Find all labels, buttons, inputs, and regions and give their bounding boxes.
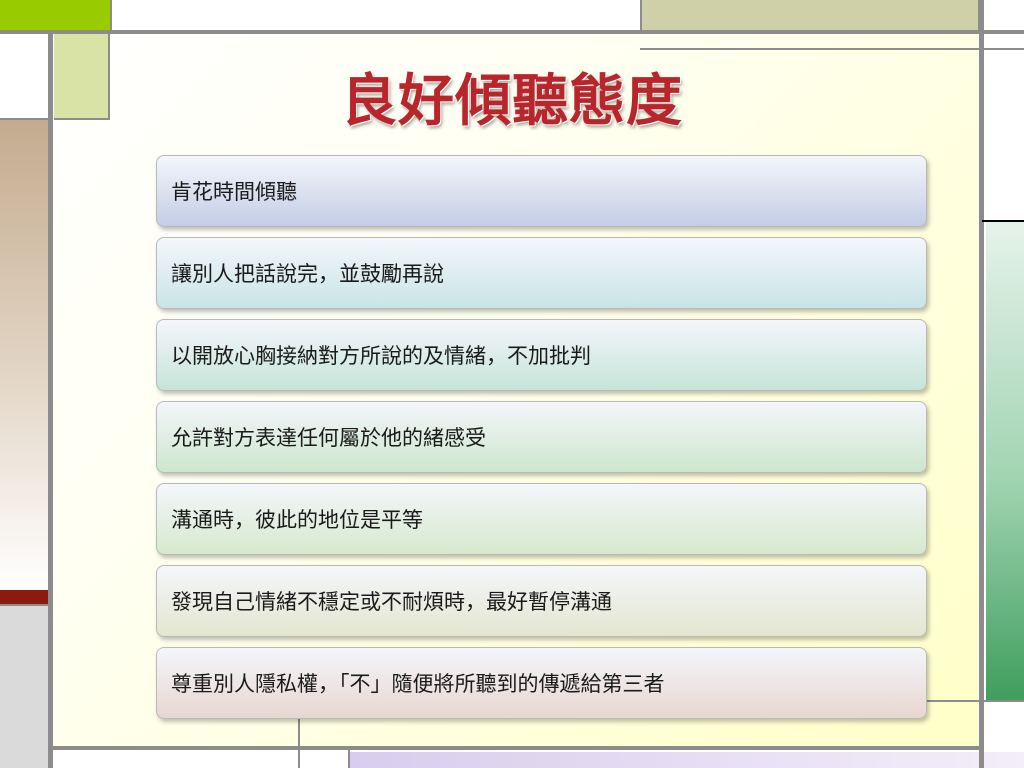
frame-line [348,748,350,768]
list-item: 溝通時，彼此的地位是平等 [156,483,927,555]
list-item: 尊重別人隱私權，「不」隨便將所聽到的傳遞給第三者 [156,647,927,719]
decor-green-column [986,222,1024,700]
decor-lavender-bar [350,752,1024,768]
list-item-text: 尊重別人隱私權，「不」隨便將所聽到的傳遞給第三者 [171,672,665,696]
decor-olive-block [640,0,980,34]
list-item: 肯花時間傾聽 [156,155,927,227]
frame-line [110,0,112,34]
decor-tan-column [0,120,48,590]
list-item: 允許對方表達任何屬於他的緒感受 [156,401,927,473]
frame-line [48,746,982,750]
slide-title: 良好傾聽態度 [341,68,683,134]
list-item-text: 肯花時間傾聽 [171,180,297,204]
frame-line [48,30,53,768]
list-item-text: 以開放心胸接納對方所說的及情緒，不加批判 [171,344,591,368]
decor-green-block [0,0,110,34]
frame-line [0,30,1024,34]
list-item: 發現自己情緒不穩定或不耐煩時，最好暫停溝通 [156,565,927,637]
decor-grey-column [0,606,48,768]
attitude-list: 肯花時間傾聽 讓別人把話說完，並鼓勵再說 以開放心胸接納對方所說的及情緒，不加批… [156,155,927,729]
frame-line [0,604,50,606]
list-item-text: 溝通時，彼此的地位是平等 [171,508,423,532]
list-item: 讓別人把話說完，並鼓勵再說 [156,237,927,309]
frame-line [640,48,1024,50]
decor-red-bar [0,590,48,604]
list-item-text: 允許對方表達任何屬於他的緒感受 [171,426,486,450]
list-item: 以開放心胸接納對方所說的及情緒，不加批判 [156,319,927,391]
frame-line [982,220,1024,222]
list-item-text: 發現自己情緒不穩定或不耐煩時，最好暫停溝通 [171,590,612,614]
list-item-text: 讓別人把話說完，並鼓勵再說 [171,262,444,286]
